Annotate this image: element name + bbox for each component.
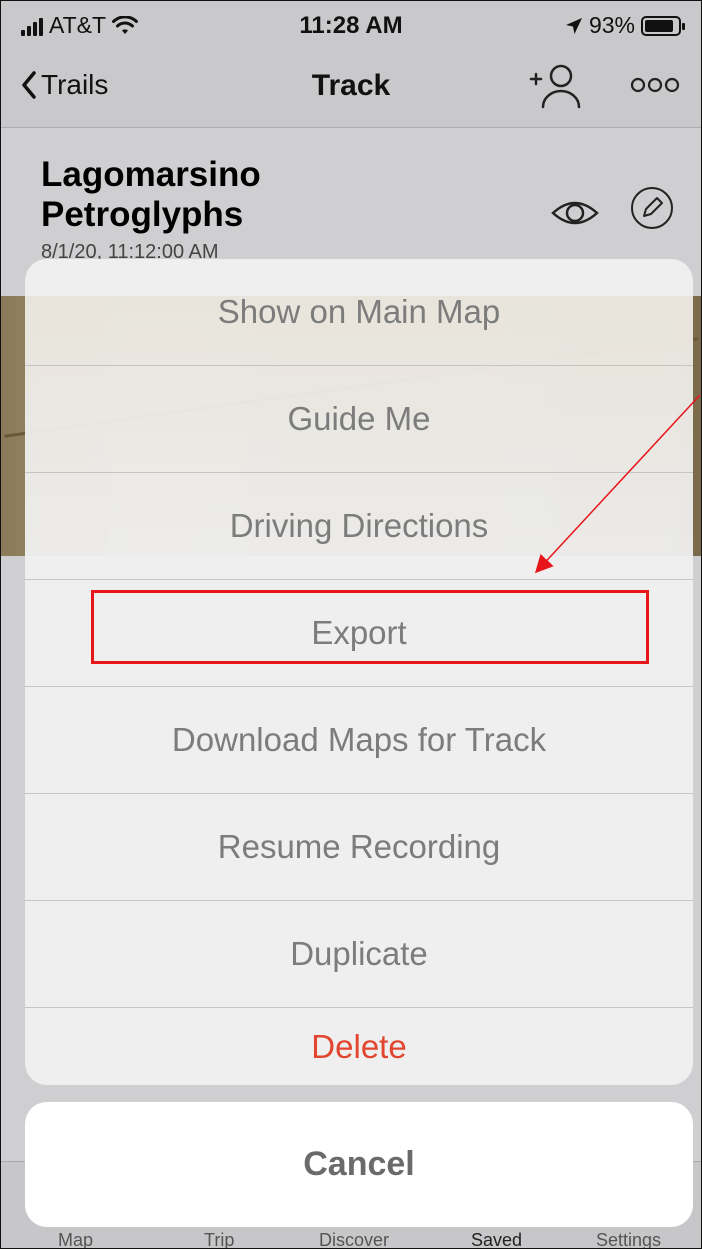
export-highlight-box	[91, 590, 649, 664]
tab-saved[interactable]: Saved	[471, 1230, 522, 1248]
edit-button[interactable]	[631, 187, 673, 229]
more-options-icon[interactable]	[629, 73, 681, 97]
resume-recording-button[interactable]: Resume Recording	[25, 793, 693, 899]
status-bar: AT&T 11:28 AM 93%	[1, 1, 701, 51]
location-arrow-icon	[565, 17, 582, 34]
tab-map[interactable]: Map	[58, 1230, 93, 1248]
navigation-bar: Trails Track	[1, 51, 701, 128]
action-sheet: Show on Main Map Guide Me Driving Direct…	[25, 259, 693, 1085]
duplicate-button[interactable]: Duplicate	[25, 900, 693, 1006]
battery-percent: 93%	[588, 12, 635, 38]
battery-icon	[641, 15, 685, 36]
pencil-icon	[643, 197, 663, 217]
cancel-button[interactable]: Cancel	[25, 1102, 693, 1227]
tab-settings[interactable]: Settings	[596, 1230, 661, 1248]
add-person-icon[interactable]	[529, 61, 585, 111]
guide-me-button[interactable]: Guide Me	[25, 365, 693, 471]
delete-button[interactable]: Delete	[25, 1007, 693, 1085]
tab-discover[interactable]: Discover	[319, 1230, 389, 1248]
show-on-main-map-button[interactable]: Show on Main Map	[25, 259, 693, 365]
download-maps-button[interactable]: Download Maps for Track	[25, 686, 693, 792]
tab-trip[interactable]: Trip	[204, 1230, 234, 1248]
driving-directions-button[interactable]: Driving Directions	[25, 472, 693, 578]
eye-icon[interactable]	[549, 187, 601, 239]
page-title: Track	[311, 69, 391, 102]
track-title: Lagomarsino Petroglyphs	[41, 155, 261, 234]
